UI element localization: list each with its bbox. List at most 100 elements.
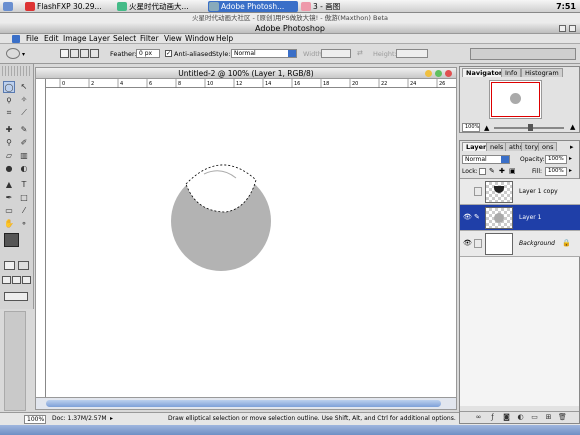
menu-layer[interactable]: Layer [89,34,110,44]
toolbox-grip[interactable] [2,66,32,76]
chevron-down-icon[interactable]: ▾ [22,51,25,58]
gradient-tool-icon[interactable]: ▥ [18,150,30,162]
lasso-tool-icon[interactable]: ϙ [3,94,15,106]
layer-row[interactable]: Layer 1 copy [460,179,580,205]
new-group-icon[interactable]: ▭ [530,413,539,422]
delete-layer-icon[interactable]: 🗑 [558,413,567,422]
task-photoshop[interactable]: Adobe Photosh... [208,1,298,12]
tab-histogram[interactable]: Histogram [521,68,563,77]
chevron-right-icon[interactable]: ▸ [569,155,572,162]
link-slot[interactable] [474,239,482,248]
history-brush-tool-icon[interactable]: ✐ [18,137,30,149]
antialias-checkbox[interactable]: ✓ [165,50,172,57]
style-select[interactable]: Normal [231,49,297,58]
eye-icon[interactable]: 👁 [463,239,472,248]
new-selection-icon[interactable] [60,49,69,58]
task-flashfxp[interactable]: FlashFXP 30.29... [24,1,114,12]
layer-row-selected[interactable]: 👁 ✎ Layer 1 [460,205,580,231]
standard-mode-icon[interactable] [4,261,15,270]
add-selection-icon[interactable] [70,49,79,58]
clone-stamp-tool-icon[interactable]: ⚲ [3,137,15,149]
scroll-thumb[interactable] [46,400,441,407]
eyedropper-tool-icon[interactable]: ⁄ [18,205,30,217]
menu-file[interactable]: File [26,34,39,44]
panel-menu-icon[interactable]: ▸ [570,143,574,151]
canvas[interactable] [46,88,456,397]
task-paint[interactable]: 3 - 画图 [300,1,380,12]
link-slot[interactable] [474,187,482,196]
layer-style-icon[interactable]: ƒ [488,413,497,422]
feather-input[interactable]: 0 px [136,49,160,58]
tab-actions[interactable]: ons [538,142,558,151]
screen-mode-full-icon[interactable] [22,276,31,284]
shape-tool-icon[interactable]: □ [18,192,30,204]
blur-tool-icon[interactable]: ● [3,163,15,175]
navigator-zoom-field[interactable]: 100% [462,123,480,132]
menu-help[interactable]: Help [216,34,233,44]
subtract-selection-icon[interactable] [80,49,89,58]
fill-input[interactable]: 100% [545,167,567,176]
path-selection-tool-icon[interactable]: ▲ [3,179,15,191]
lock-all-icon[interactable]: ▣ [509,167,516,175]
layer-row[interactable]: 👁 Background 🔒 [460,231,580,257]
menu-window[interactable]: Window [185,34,215,44]
layer-mask-icon[interactable]: ◙ [502,413,511,422]
notes-tool-icon[interactable]: ▭ [3,205,15,217]
zoom-slider-thumb[interactable] [528,124,533,131]
lock-pixels-icon[interactable]: ✎ [489,167,495,175]
crop-tool-icon[interactable]: ⌗ [3,107,15,119]
eye-icon[interactable]: 👁 [463,213,472,222]
minimize-button[interactable] [559,25,566,32]
width-input[interactable] [321,49,351,58]
intersect-selection-icon[interactable] [90,49,99,58]
move-tool-icon[interactable]: ↖ [18,81,30,93]
screen-mode-standard-icon[interactable] [2,276,11,284]
task-maxthon[interactable]: 火星时代动画大... [116,1,206,12]
type-tool-icon[interactable]: T [18,179,30,191]
pen-tool-icon[interactable]: ✒ [3,192,15,204]
hand-tool-icon[interactable]: ✋ [3,218,15,230]
blend-mode-select[interactable]: Normal [462,155,510,164]
zoom-field[interactable]: 100% [24,415,46,424]
minimize-button[interactable] [425,70,432,77]
brush-tool-icon[interactable]: ✎ [18,124,30,136]
menu-edit[interactable]: Edit [44,34,59,44]
screen-mode-full-menu-icon[interactable] [12,276,21,284]
menu-filter[interactable]: Filter [140,34,159,44]
jump-to-imageready-icon[interactable] [4,292,28,301]
link-layers-icon[interactable]: ∞ [474,413,483,422]
elliptical-marquee-tool-icon[interactable]: ◯ [3,81,15,93]
document-title-bar[interactable]: Untitled-2 @ 100% (Layer 1, RGB/8) [36,68,456,79]
maximize-button[interactable] [569,25,576,32]
new-layer-icon[interactable]: ⊞ [544,413,553,422]
healing-brush-tool-icon[interactable]: ✚ [3,124,15,136]
height-input[interactable] [396,49,428,58]
status-menu-arrow-icon[interactable]: ▸ [110,415,113,422]
opacity-input[interactable]: 100% [545,155,567,164]
adjustment-layer-icon[interactable]: ◐ [516,413,525,422]
quick-mask-icon[interactable] [18,261,29,270]
dodge-tool-icon[interactable]: ◐ [18,163,30,175]
foreground-color-swatch[interactable] [4,233,19,247]
start-button[interactable] [2,1,22,12]
zoom-in-icon[interactable]: ▲ [570,123,575,131]
tab-info[interactable]: Info [501,68,522,77]
menu-view[interactable]: View [164,34,182,44]
zoom-out-icon[interactable]: ▲ [484,124,489,132]
horizontal-scrollbar[interactable] [36,397,456,409]
navigator-thumbnail[interactable] [489,80,542,119]
menu-image[interactable]: Image [63,34,87,44]
slice-tool-icon[interactable]: ⟋ [18,107,30,119]
lock-transparency-checkbox[interactable] [479,168,486,175]
palette-well[interactable] [470,48,576,60]
lock-position-icon[interactable]: ✚ [499,167,505,175]
zoom-tool-icon[interactable]: ⚬ [18,218,30,230]
menu-select[interactable]: Select [113,34,136,44]
close-button[interactable] [445,70,452,77]
swap-icon[interactable]: ⇄ [357,49,363,57]
tab-navigator[interactable]: Navigator [462,68,507,77]
magic-wand-tool-icon[interactable]: ✧ [18,94,30,106]
chevron-right-icon[interactable]: ▸ [569,167,572,174]
elliptical-marquee-preset-icon[interactable] [6,48,20,59]
maximize-button[interactable] [435,70,442,77]
